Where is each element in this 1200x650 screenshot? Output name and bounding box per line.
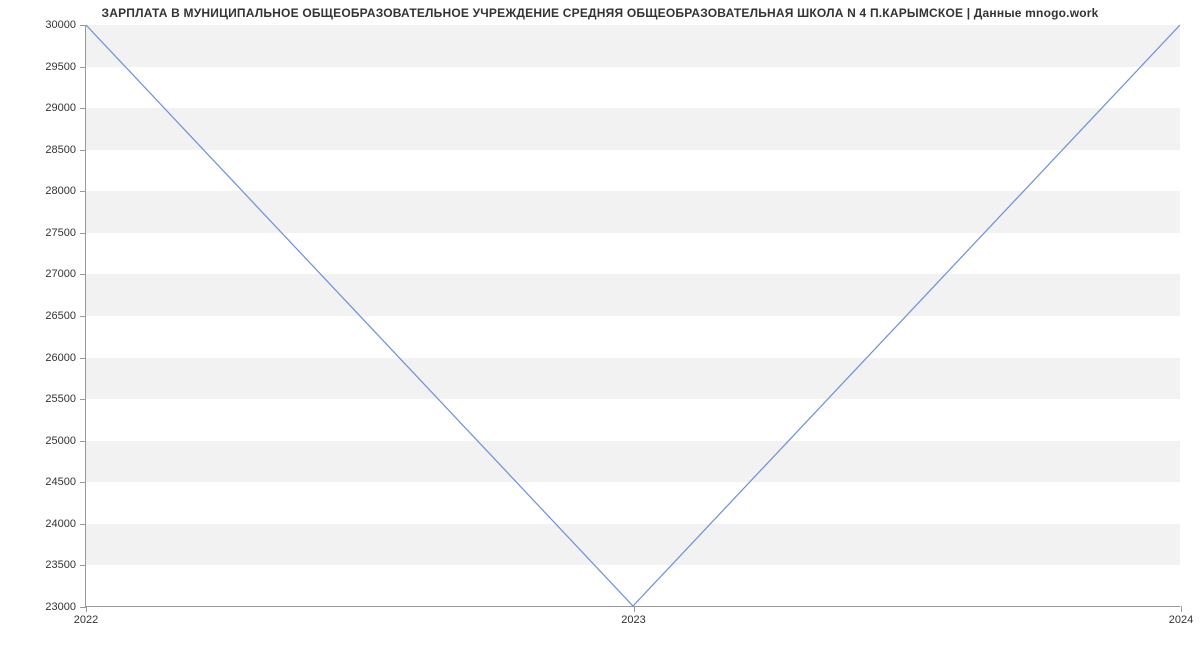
x-tick — [634, 606, 635, 612]
y-tick-label: 29500 — [45, 61, 76, 73]
y-tick — [80, 233, 86, 234]
series-line — [86, 25, 1180, 606]
y-tick — [80, 524, 86, 525]
y-tick — [80, 191, 86, 192]
y-tick-label: 24500 — [45, 476, 76, 488]
y-tick — [80, 565, 86, 566]
y-tick — [80, 108, 86, 109]
y-tick — [80, 441, 86, 442]
y-tick — [80, 25, 86, 26]
y-tick-label: 30000 — [45, 19, 76, 31]
y-tick-label: 25500 — [45, 393, 76, 405]
y-tick-label: 28500 — [45, 144, 76, 156]
y-tick — [80, 316, 86, 317]
plot-area: 2300023500240002450025000255002600026500… — [85, 25, 1180, 607]
y-tick-label: 28000 — [45, 185, 76, 197]
y-tick-label: 26000 — [45, 352, 76, 364]
y-tick — [80, 150, 86, 151]
y-tick-label: 25000 — [45, 435, 76, 447]
x-tick — [86, 606, 87, 612]
x-tick — [1181, 606, 1182, 612]
y-tick-label: 29000 — [45, 102, 76, 114]
x-tick-label: 2023 — [621, 614, 645, 626]
x-tick-label: 2022 — [74, 614, 98, 626]
y-tick-label: 23000 — [45, 601, 76, 613]
y-tick-label: 23500 — [45, 559, 76, 571]
y-tick — [80, 399, 86, 400]
line-series — [86, 25, 1180, 606]
y-tick — [80, 274, 86, 275]
y-tick — [80, 482, 86, 483]
y-tick-label: 27000 — [45, 268, 76, 280]
y-tick-label: 24000 — [45, 518, 76, 530]
chart-title: ЗАРПЛАТА В МУНИЦИПАЛЬНОЕ ОБЩЕОБРАЗОВАТЕЛ… — [0, 6, 1200, 20]
y-tick — [80, 67, 86, 68]
x-tick-label: 2024 — [1169, 614, 1193, 626]
y-tick-label: 27500 — [45, 227, 76, 239]
y-tick — [80, 358, 86, 359]
y-tick-label: 26500 — [45, 310, 76, 322]
chart-container: ЗАРПЛАТА В МУНИЦИПАЛЬНОЕ ОБЩЕОБРАЗОВАТЕЛ… — [0, 0, 1200, 650]
